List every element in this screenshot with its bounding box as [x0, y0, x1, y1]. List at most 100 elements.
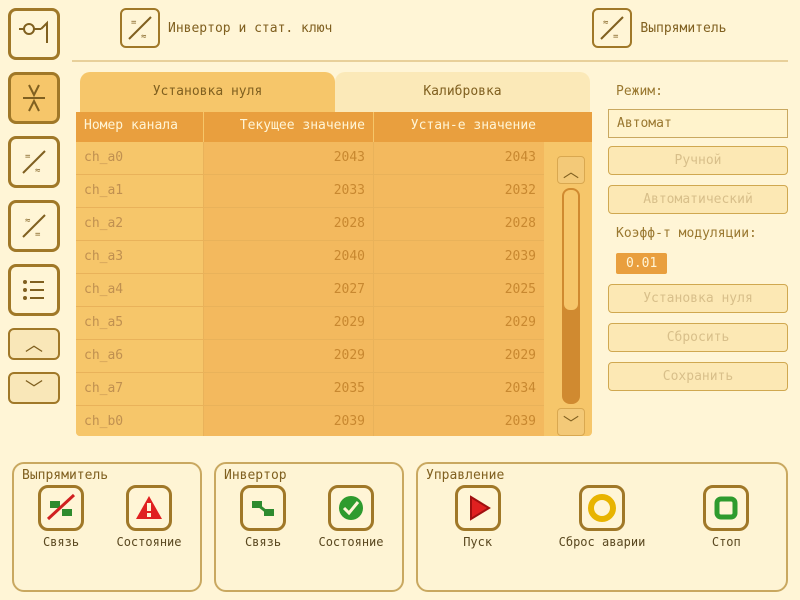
btn-stop[interactable]: Стоп: [687, 485, 765, 549]
table-scrollbar: ︿ ﹀: [556, 156, 586, 436]
ok-icon: [328, 485, 374, 531]
cell-cur: 2043: [204, 142, 374, 175]
group-control: Управление Пуск Сброс аварии Стоп: [416, 462, 788, 592]
chevron-down-icon: ﹀: [563, 410, 579, 434]
cell-cur: 2039: [204, 406, 374, 436]
btn-reset-alarm-label: Сброс аварии: [559, 535, 646, 549]
table-row[interactable]: ch_a020432043: [76, 142, 592, 175]
svg-text:≈: ≈: [25, 216, 31, 226]
rect-link[interactable]: Связь: [22, 485, 100, 549]
table-row[interactable]: ch_a320402039: [76, 241, 592, 274]
nav-zero[interactable]: [8, 72, 60, 124]
group-inverter: Инвертор Связь Состояние: [214, 462, 404, 592]
col-set: Устан-е значение: [374, 112, 544, 142]
right-panel: Режим: Автомат Ручной Автоматический Коэ…: [608, 80, 788, 393]
cell-cur: 2029: [204, 340, 374, 373]
svg-text:=: =: [613, 32, 619, 41]
cell-ch: ch_a0: [76, 142, 204, 175]
tab-zero[interactable]: Установка нуля: [80, 72, 335, 112]
table-row[interactable]: ch_a420272025: [76, 274, 592, 307]
btn-reset[interactable]: Сбросить: [608, 323, 788, 352]
cell-set: 2028: [374, 208, 544, 241]
cell-cur: 2029: [204, 307, 374, 340]
table-row[interactable]: ch_a720352034: [76, 373, 592, 406]
svg-text:=: =: [35, 230, 41, 239]
scroll-track[interactable]: [562, 188, 580, 404]
group-control-title: Управление: [426, 468, 778, 483]
btn-start[interactable]: Пуск: [439, 485, 517, 549]
inv-link[interactable]: Связь: [224, 485, 302, 549]
btn-reset-alarm[interactable]: Сброс аварии: [552, 485, 652, 549]
cell-set: 2043: [374, 142, 544, 175]
inverter-small-icon: =≈: [21, 149, 47, 175]
scroll-up[interactable]: ︿: [557, 156, 585, 184]
cell-set: 2029: [374, 340, 544, 373]
cell-cur: 2033: [204, 175, 374, 208]
table-row[interactable]: ch_a620292029: [76, 340, 592, 373]
mode-label: Режим:: [608, 80, 788, 103]
nav-up[interactable]: ︿: [8, 328, 60, 360]
group-inverter-title: Инвертор: [224, 468, 394, 483]
svg-text:≈: ≈: [603, 18, 609, 28]
tab-calib[interactable]: Калибровка: [335, 72, 590, 112]
inverter-icon: =≈: [120, 8, 160, 48]
svg-text:≈: ≈: [141, 32, 147, 41]
mode-rectifier-label: Выпрямитель: [640, 21, 726, 36]
table-row[interactable]: ch_a520292029: [76, 307, 592, 340]
nav-rect2[interactable]: ≈=: [8, 200, 60, 252]
link-error-icon: [38, 485, 84, 531]
mode-rectifier[interactable]: ≈= Выпрямитель: [592, 8, 726, 48]
nav-list[interactable]: [8, 264, 60, 316]
rect-state[interactable]: Состояние: [110, 485, 188, 549]
nav-down[interactable]: ﹀: [8, 372, 60, 404]
btn-save[interactable]: Сохранить: [608, 362, 788, 391]
inv-state[interactable]: Состояние: [312, 485, 390, 549]
svg-text:=: =: [131, 18, 137, 28]
col-current: Текущее значение: [204, 112, 374, 142]
mode-inverter-label: Инвертор и стат. ключ: [168, 21, 332, 36]
cell-ch: ch_a3: [76, 241, 204, 274]
rectifier-icon: ≈=: [592, 8, 632, 48]
cell-cur: 2035: [204, 373, 374, 406]
mode-inverter[interactable]: =≈ Инвертор и стат. ключ: [120, 8, 332, 48]
table-row[interactable]: ch_a220282028: [76, 208, 592, 241]
btn-auto[interactable]: Автоматический: [608, 185, 788, 214]
rect-link-label: Связь: [43, 535, 79, 549]
cell-ch: ch_a2: [76, 208, 204, 241]
cell-set: 2025: [374, 274, 544, 307]
cell-set: 2039: [374, 241, 544, 274]
chevron-up-icon: ︿: [25, 331, 43, 357]
group-rectifier-title: Выпрямитель: [22, 468, 192, 483]
align-center-icon: [19, 83, 49, 113]
chevron-down-icon: ﹀: [25, 375, 43, 401]
table-row[interactable]: ch_a120332032: [76, 175, 592, 208]
coef-value: 0.01: [616, 253, 667, 274]
svg-text:≈: ≈: [35, 166, 41, 175]
cell-set: 2039: [374, 406, 544, 436]
group-rectifier: Выпрямитель Связь Состояние: [12, 462, 202, 592]
side-nav: =≈ ≈= ︿ ﹀: [8, 8, 64, 404]
ring-icon: [579, 485, 625, 531]
schematic-icon: [19, 19, 49, 49]
btn-manual[interactable]: Ручной: [608, 146, 788, 175]
scroll-thumb[interactable]: [564, 190, 578, 310]
cell-ch: ch_b0: [76, 406, 204, 436]
inv-state-label: Состояние: [318, 535, 383, 549]
rect-state-label: Состояние: [116, 535, 181, 549]
cell-cur: 2027: [204, 274, 374, 307]
mode-tabs: =≈ Инвертор и стат. ключ ≈= Выпрямитель: [120, 8, 726, 48]
nav-schematic[interactable]: [8, 8, 60, 60]
mode-value: Автомат: [608, 109, 788, 138]
scroll-down[interactable]: ﹀: [557, 408, 585, 436]
btn-setzero[interactable]: Установка нуля: [608, 284, 788, 313]
nav-inv2[interactable]: =≈: [8, 136, 60, 188]
coef-label: Коэфф-т модуляции:: [608, 222, 788, 245]
cell-ch: ch_a4: [76, 274, 204, 307]
table-row[interactable]: ch_b020392039: [76, 406, 592, 436]
table-header: Номер канала Текущее значение Устан-е зн…: [76, 112, 592, 142]
cell-ch: ch_a1: [76, 175, 204, 208]
rectifier-small-icon: ≈=: [21, 213, 47, 239]
inv-link-label: Связь: [245, 535, 281, 549]
cell-ch: ch_a6: [76, 340, 204, 373]
btn-start-label: Пуск: [463, 535, 492, 549]
